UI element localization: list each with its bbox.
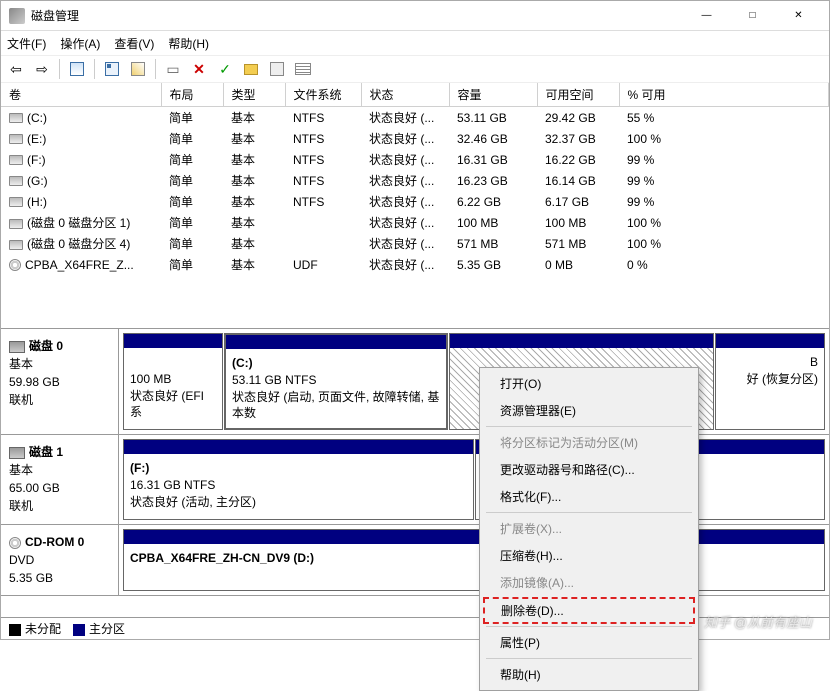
properties-icon[interactable] [266,58,288,80]
close-button[interactable]: ✕ [776,2,821,30]
ctx-change-letter[interactable]: 更改驱动器号和路径(C)... [482,456,696,483]
window-title: 磁盘管理 [31,7,684,24]
col-fs[interactable]: 文件系统 [285,83,361,107]
volume-row[interactable]: (磁盘 0 磁盘分区 4)简单基本状态良好 (...571 MB571 MB10… [1,233,829,254]
toolbar-view-icon[interactable] [66,58,88,80]
cdrom-partition[interactable]: CPBA_X64FRE_ZH-CN_DV9 (D:) [123,529,825,591]
titlebar: 磁盘管理 — □ ✕ [1,1,829,31]
drive-icon [9,240,23,250]
drive-icon [9,113,23,123]
volume-row[interactable]: (F:)简单基本NTFS状态良好 (...16.31 GB16.22 GB99 … [1,149,829,170]
volume-row[interactable]: (H:)简单基本NTFS状态良好 (...6.22 GB6.17 GB99 % [1,191,829,212]
app-icon [9,8,25,24]
ctx-shrink[interactable]: 压缩卷(H)... [482,542,696,569]
volume-row[interactable]: (E:)简单基本NTFS状态良好 (...32.46 GB32.37 GB100… [1,128,829,149]
disk-map[interactable]: 磁盘 0 基本 59.98 GB 联机 100 MB状态良好 (EFI 系 (C… [1,329,829,617]
legend-primary: 主分区 [89,622,125,636]
col-free[interactable]: 可用空间 [537,83,619,107]
watermark: 知乎 @从前有座山 [684,612,812,631]
drive-icon [9,197,23,207]
menu-action[interactable]: 操作(A) [60,35,100,52]
drive-icon [9,219,23,229]
ctx-extend: 扩展卷(X)... [482,515,696,542]
refresh-icon[interactable] [101,58,123,80]
toolbar-list-icon[interactable] [292,58,314,80]
menu-help[interactable]: 帮助(H) [168,35,209,52]
dvd-icon [9,259,21,271]
disk-1-row: 磁盘 1 基本 65.00 GB 联机 (F:)16.31 GB NTFS状态良… [1,435,829,525]
toolbar-folder-icon[interactable] [240,58,262,80]
forward-button[interactable]: ⇨ [31,58,53,80]
ctx-delete-volume[interactable]: 删除卷(D)... [483,597,695,624]
disk0-partition-4[interactable]: B好 (恢复分区) [715,333,825,430]
cdrom-row: CD-ROM 0 DVD 5.35 GB CPBA_X64FRE_ZH-CN_D… [1,525,829,596]
ctx-explorer[interactable]: 资源管理器(E) [482,397,696,424]
col-volume[interactable]: 卷 [1,83,161,107]
toolbar-icon-2[interactable] [127,58,149,80]
drive-icon [9,155,23,165]
ctx-help[interactable]: 帮助(H) [482,661,696,688]
disk-0-row: 磁盘 0 基本 59.98 GB 联机 100 MB状态良好 (EFI 系 (C… [1,329,829,435]
disk-icon [9,447,25,459]
toolbar-settings-icon[interactable]: ▭ [162,58,184,80]
ctx-mark-active: 将分区标记为活动分区(M) [482,429,696,456]
menu-view[interactable]: 查看(V) [114,35,154,52]
drive-icon [9,134,23,144]
ctx-add-mirror: 添加镜像(A)... [482,569,696,596]
minimize-button[interactable]: — [684,2,729,30]
toolbar: ⇦ ⇨ ▭ ✕ ✓ [1,55,829,83]
volume-row[interactable]: (C:)简单基本NTFS状态良好 (...53.11 GB29.42 GB55 … [1,107,829,129]
disk-icon [9,341,25,353]
disk1-partition-f[interactable]: (F:)16.31 GB NTFS状态良好 (活动, 主分区) [123,439,474,520]
toolbar-check-icon[interactable]: ✓ [214,58,236,80]
ctx-open[interactable]: 打开(O) [482,370,696,397]
disk-0-info[interactable]: 磁盘 0 基本 59.98 GB 联机 [1,329,119,434]
menu-file[interactable]: 文件(F) [7,35,46,52]
col-layout[interactable]: 布局 [161,83,223,107]
disk0-partition-1[interactable]: 100 MB状态良好 (EFI 系 [123,333,223,430]
delete-icon[interactable]: ✕ [188,58,210,80]
volume-row[interactable]: (G:)简单基本NTFS状态良好 (...16.23 GB16.14 GB99 … [1,170,829,191]
back-button[interactable]: ⇦ [5,58,27,80]
disk0-partition-c[interactable]: (C:)53.11 GB NTFS状态良好 (启动, 页面文件, 故障转储, 基… [224,333,448,430]
ctx-format[interactable]: 格式化(F)... [482,483,696,510]
ctx-properties[interactable]: 属性(P) [482,629,696,656]
context-menu: 打开(O) 资源管理器(E) 将分区标记为活动分区(M) 更改驱动器号和路径(C… [479,367,699,691]
disk-1-info[interactable]: 磁盘 1 基本 65.00 GB 联机 [1,435,119,524]
dvd-icon [9,537,21,549]
col-type[interactable]: 类型 [223,83,285,107]
col-capacity[interactable]: 容量 [449,83,537,107]
col-pct[interactable]: % 可用 [619,83,829,107]
volume-list[interactable]: 卷 布局 类型 文件系统 状态 容量 可用空间 % 可用 (C:)简单基本NTF… [1,83,829,329]
volume-row[interactable]: (磁盘 0 磁盘分区 1)简单基本状态良好 (...100 MB100 MB10… [1,212,829,233]
cdrom-info[interactable]: CD-ROM 0 DVD 5.35 GB [1,525,119,595]
menubar: 文件(F) 操作(A) 查看(V) 帮助(H) [1,31,829,55]
legend-unallocated: 未分配 [25,622,61,636]
maximize-button[interactable]: □ [730,2,775,30]
volume-row[interactable]: CPBA_X64FRE_Z...简单基本UDF状态良好 (...5.35 GB0… [1,254,829,275]
drive-icon [9,176,23,186]
col-status[interactable]: 状态 [361,83,449,107]
